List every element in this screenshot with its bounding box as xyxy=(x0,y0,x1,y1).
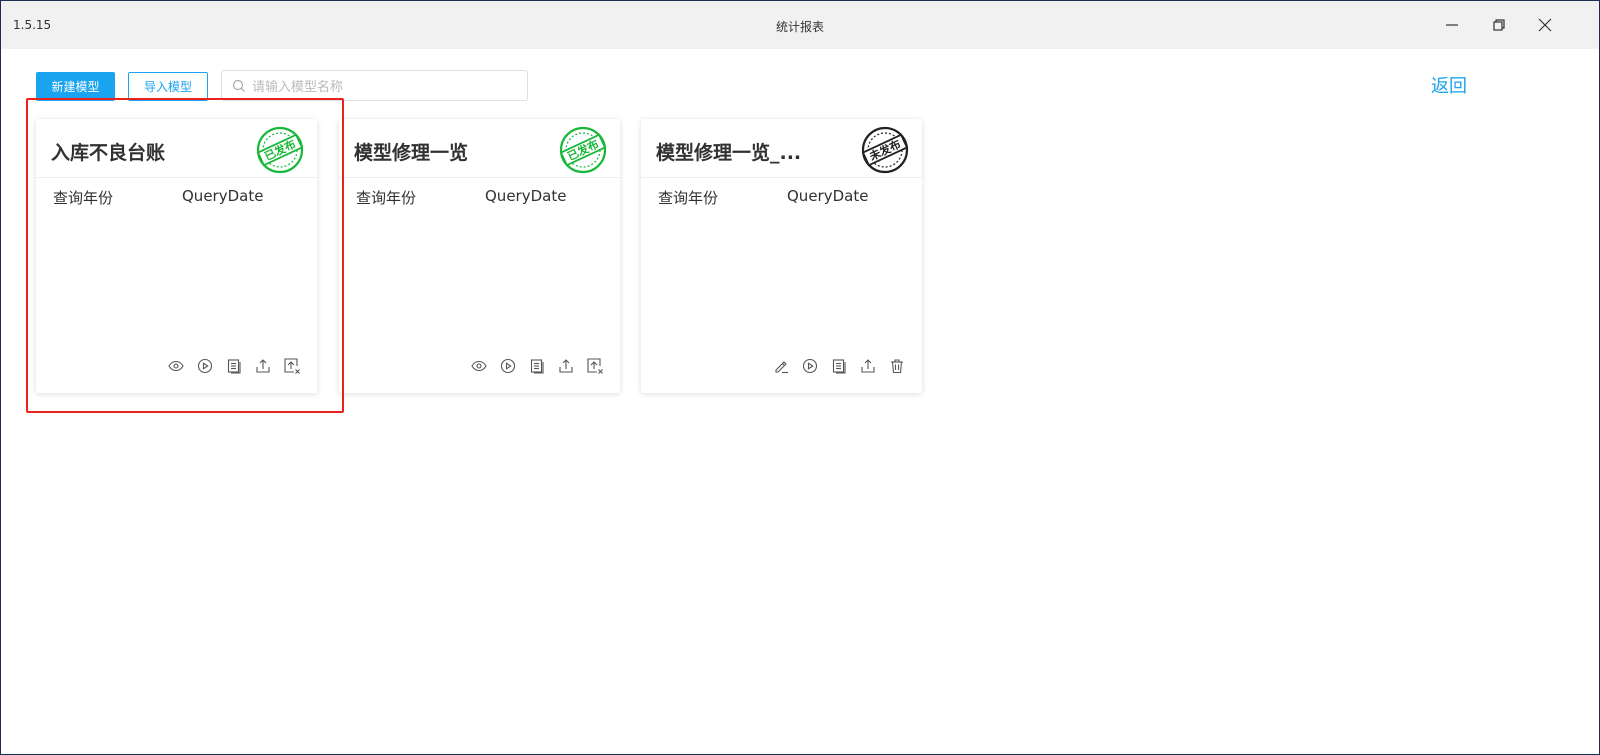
export-button[interactable] xyxy=(254,357,272,375)
param-value: QueryDate xyxy=(485,187,567,205)
import-model-button[interactable]: 导入模型 xyxy=(128,72,208,101)
unpublish-button[interactable] xyxy=(586,357,604,375)
unpublish-icon xyxy=(284,358,300,374)
title-bar: 1.5.15 统计报表 xyxy=(1,1,1599,49)
copy-button[interactable] xyxy=(528,357,546,375)
card-actions xyxy=(772,357,906,375)
search-icon xyxy=(232,79,245,92)
minimize-icon xyxy=(1446,24,1458,26)
copy-icon xyxy=(530,359,544,374)
stamp-text: 已发布 xyxy=(565,137,601,164)
export-button[interactable] xyxy=(859,357,877,375)
minimize-button[interactable] xyxy=(1437,13,1467,37)
param-value: QueryDate xyxy=(182,187,264,205)
card-title: 模型修理一览_... xyxy=(656,142,802,164)
card-actions xyxy=(167,357,301,375)
preview-button[interactable] xyxy=(167,357,185,375)
model-card[interactable]: 模型修理一览 已发布 查询年份 QueryDate xyxy=(339,119,620,393)
card-title: 入库不良台账 xyxy=(51,142,166,164)
eye-icon xyxy=(471,360,487,372)
eye-icon xyxy=(168,360,184,372)
card-actions xyxy=(470,357,604,375)
back-link[interactable]: 返回 xyxy=(1431,72,1467,98)
export-button[interactable] xyxy=(557,357,575,375)
copy-icon xyxy=(227,359,241,374)
copy-icon xyxy=(832,359,846,374)
window-title: 统计报表 xyxy=(775,20,824,34)
run-button[interactable] xyxy=(499,357,517,375)
card-header: 模型修理一览 已发布 xyxy=(339,119,620,178)
edit-icon xyxy=(775,361,788,374)
delete-icon xyxy=(891,359,903,374)
play-icon xyxy=(197,358,213,374)
card-title: 模型修理一览 xyxy=(354,142,469,164)
toolbar: 新建模型 导入模型 返回 xyxy=(1,49,1599,109)
search-input[interactable] xyxy=(250,75,524,99)
close-button[interactable] xyxy=(1530,13,1560,37)
run-button[interactable] xyxy=(801,357,819,375)
model-card[interactable]: 入库不良台账 已发布 查询年份 QueryDate xyxy=(36,119,317,393)
restore-icon xyxy=(1493,19,1505,31)
export-icon xyxy=(256,359,270,373)
preview-button[interactable] xyxy=(470,357,488,375)
published-stamp-icon: 已发布 xyxy=(559,126,607,174)
stamp-text: 未发布 xyxy=(866,137,903,164)
play-icon xyxy=(500,358,516,374)
export-icon xyxy=(861,359,875,373)
param-value: QueryDate xyxy=(787,187,869,205)
export-icon xyxy=(559,359,573,373)
app-window: 1.5.15 统计报表 新建模型 导入模型 返回 入库不良台账 已发布 xyxy=(0,0,1600,755)
unpublished-stamp-icon: 未发布 xyxy=(861,126,909,174)
copy-button[interactable] xyxy=(830,357,848,375)
restore-button[interactable] xyxy=(1484,13,1514,37)
card-header: 入库不良台账 已发布 xyxy=(36,119,317,178)
copy-button[interactable] xyxy=(225,357,243,375)
param-label: 查询年份 xyxy=(53,189,114,207)
unpublish-icon xyxy=(587,358,603,374)
unpublish-button[interactable] xyxy=(283,357,301,375)
delete-button[interactable] xyxy=(888,357,906,375)
close-icon xyxy=(1538,18,1552,32)
published-stamp-icon: 已发布 xyxy=(256,126,304,174)
param-label: 查询年份 xyxy=(356,189,417,207)
edit-button[interactable] xyxy=(772,357,790,375)
stamp-text: 已发布 xyxy=(262,137,298,164)
play-icon xyxy=(802,358,818,374)
param-label: 查询年份 xyxy=(658,189,719,207)
search-box xyxy=(221,70,528,101)
model-card[interactable]: 模型修理一览_... 未发布 查询年份 QueryDate xyxy=(641,119,922,393)
card-header: 模型修理一览_... 未发布 xyxy=(641,119,922,178)
run-button[interactable] xyxy=(196,357,214,375)
new-model-button[interactable]: 新建模型 xyxy=(36,72,115,101)
